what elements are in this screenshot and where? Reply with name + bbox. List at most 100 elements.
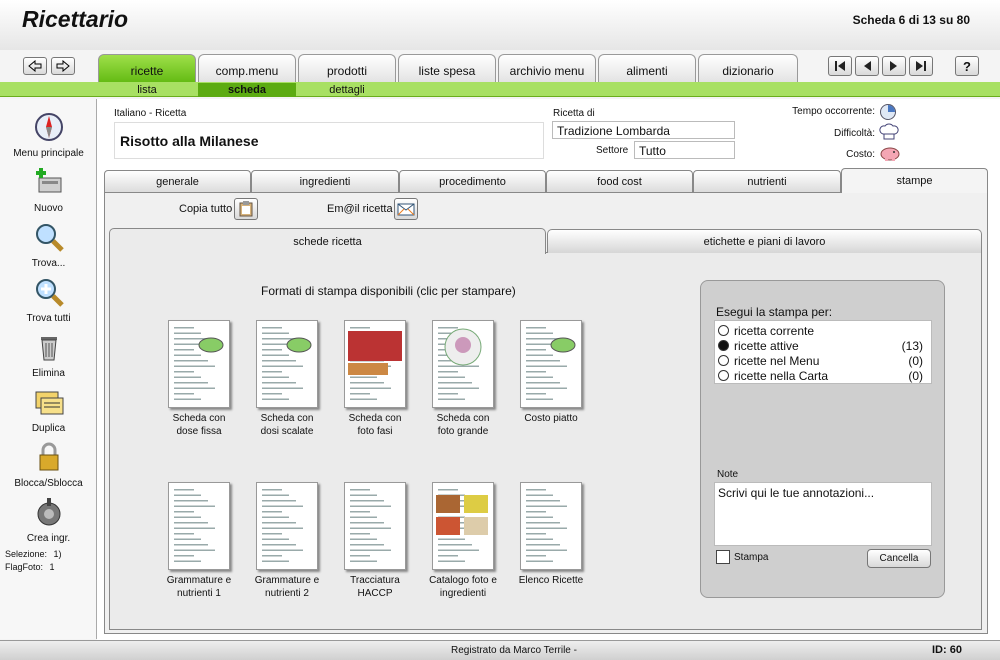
radio-selected-icon[interactable]: [718, 340, 729, 351]
print-scope-option[interactable]: ricette nel Menu (0): [717, 354, 929, 368]
costo-label: Costo:: [846, 149, 875, 160]
print-format-elenco-ricette[interactable]: Elenco Ricette: [506, 482, 596, 587]
subtab-lista[interactable]: lista: [98, 83, 196, 97]
tab-comp-menu[interactable]: comp.menu: [198, 54, 296, 82]
note-field[interactable]: Scrivi qui le tue annotazioni...: [714, 482, 932, 546]
category-label: Italiano - Ricetta: [114, 108, 187, 119]
print-format-label: Scheda con dose fissa: [172, 413, 226, 437]
print-scope-option[interactable]: ricette nella Carta (0): [717, 369, 929, 383]
trova-button[interactable]: Trova...: [0, 221, 97, 269]
tab-dizionario[interactable]: dizionario: [698, 54, 798, 82]
flagfoto-status: FlagFoto: 1: [5, 562, 55, 572]
tab-generale[interactable]: generale: [104, 170, 251, 192]
print-format-catalogo-foto[interactable]: Catalogo foto e ingredienti: [418, 482, 508, 600]
print-scope-count: (13): [901, 339, 923, 353]
print-format-dosi-scalate[interactable]: Scheda con dosi scalate: [242, 320, 332, 438]
elimina-button[interactable]: Elimina: [0, 331, 97, 379]
tab-liste-spesa[interactable]: liste spesa: [398, 54, 496, 82]
copia-tutto-label: Copia tutto: [179, 203, 233, 215]
print-scope-count: (0): [908, 369, 923, 383]
page-preview-icon: [526, 489, 567, 562]
selezione-status: Selezione: 1): [5, 549, 62, 559]
copia-tutto-button[interactable]: [234, 198, 258, 220]
forward-button[interactable]: [51, 57, 75, 75]
print-format-preview[interactable]: [256, 482, 318, 570]
print-format-preview[interactable]: [256, 320, 318, 408]
difficolta-label: Difficoltà:: [834, 128, 875, 139]
previous-record-button[interactable]: [855, 56, 879, 76]
subtab-dettagli[interactable]: dettagli: [298, 83, 396, 97]
print-format-costo-piatto[interactable]: Costo piatto: [506, 320, 596, 425]
radio-icon[interactable]: [718, 370, 729, 381]
print-format-preview[interactable]: [520, 482, 582, 570]
email-ricetta-button[interactable]: [394, 198, 418, 220]
tab-archivio-menu[interactable]: archivio menu: [498, 54, 596, 82]
print-format-label: Elenco Ricette: [518, 575, 584, 586]
tab-nutrienti[interactable]: nutrienti: [693, 170, 841, 192]
tab-ingredienti[interactable]: ingredienti: [251, 170, 399, 192]
crea-ingr-button[interactable]: Crea ingr.: [0, 496, 97, 544]
print-format-label: Costo piatto: [524, 413, 578, 424]
tab-etichette-piani[interactable]: etichette e piani di lavoro: [547, 229, 982, 253]
first-record-button[interactable]: [828, 56, 852, 76]
print-scope-label: ricetta corrente: [734, 324, 815, 338]
chef-hat-icon[interactable]: [879, 123, 899, 141]
recipe-name-field[interactable]: Risotto alla Milanese: [114, 122, 544, 159]
cancella-button[interactable]: Cancella: [867, 549, 931, 568]
print-format-preview[interactable]: [168, 320, 230, 408]
clipboard-icon: [239, 201, 253, 217]
menu-principale-button[interactable]: Menu principale: [0, 111, 97, 159]
print-scope-list: ricetta corrente ricette attive (13) ricett…: [714, 320, 932, 384]
piggy-bank-icon[interactable]: [879, 144, 901, 162]
trova-label: Trova...: [31, 258, 66, 269]
envelope-icon: [397, 203, 415, 216]
tab-food-cost[interactable]: food cost: [546, 170, 693, 192]
lock-icon: [39, 442, 58, 471]
print-format-preview[interactable]: [344, 320, 406, 408]
print-format-dose-fissa[interactable]: Scheda con dose fissa: [154, 320, 244, 438]
trova-tutti-label: Trova tutti: [26, 313, 71, 324]
radio-icon[interactable]: [718, 325, 729, 336]
print-format-grammature-2[interactable]: Grammature e nutrienti 2: [242, 482, 332, 600]
trova-tutti-button[interactable]: Trova tutti: [0, 276, 97, 324]
print-format-haccp[interactable]: Tracciatura HACCP: [330, 482, 420, 600]
duplica-button[interactable]: Duplica: [0, 386, 97, 434]
print-format-preview[interactable]: [520, 320, 582, 408]
nuovo-label: Nuovo: [34, 203, 63, 214]
clock-icon[interactable]: [879, 103, 897, 121]
print-format-foto-fasi[interactable]: Scheda con foto fasi: [330, 320, 420, 438]
tab-ricette[interactable]: ricette: [98, 54, 196, 82]
print-format-preview[interactable]: [432, 320, 494, 408]
page-preview-icon: [348, 327, 402, 400]
back-button[interactable]: [23, 57, 47, 75]
stampa-checkbox[interactable]: [716, 550, 730, 564]
compass-icon: [34, 113, 63, 141]
print-format-preview[interactable]: [168, 482, 230, 570]
subtab-scheda[interactable]: scheda: [198, 83, 296, 97]
last-record-button[interactable]: [909, 56, 933, 76]
blocca-sblocca-button[interactable]: Blocca/Sblocca: [0, 441, 97, 489]
help-button[interactable]: ?: [955, 56, 979, 76]
tab-procedimento[interactable]: procedimento: [399, 170, 546, 192]
nuovo-button[interactable]: Nuovo: [0, 166, 97, 214]
print-format-label: Grammature e nutrienti 2: [254, 575, 320, 599]
last-icon: [916, 61, 926, 71]
print-scope-label: ricette nel Menu: [734, 354, 820, 368]
print-scope-option[interactable]: ricetta corrente: [717, 324, 929, 338]
print-format-grammature-1[interactable]: Grammature e nutrienti 1: [154, 482, 244, 600]
next-record-button[interactable]: [882, 56, 906, 76]
tab-prodotti[interactable]: prodotti: [298, 54, 396, 82]
print-format-preview[interactable]: [344, 482, 406, 570]
print-format-foto-grande[interactable]: Scheda con foto grande: [418, 320, 508, 438]
print-scope-label: ricette nella Carta: [734, 369, 829, 383]
previous-icon: [864, 61, 871, 71]
radio-icon[interactable]: [718, 355, 729, 366]
print-scope-option[interactable]: ricette attive (13): [717, 339, 929, 353]
blocca-sblocca-label: Blocca/Sblocca: [14, 478, 83, 489]
tab-stampe[interactable]: stampe: [841, 168, 988, 193]
page-preview-icon: [438, 327, 482, 400]
duplicate-icon: [35, 391, 63, 415]
tab-alimenti[interactable]: alimenti: [598, 54, 696, 82]
tab-schede-ricetta[interactable]: schede ricetta: [109, 228, 546, 254]
print-format-preview[interactable]: [432, 482, 494, 570]
